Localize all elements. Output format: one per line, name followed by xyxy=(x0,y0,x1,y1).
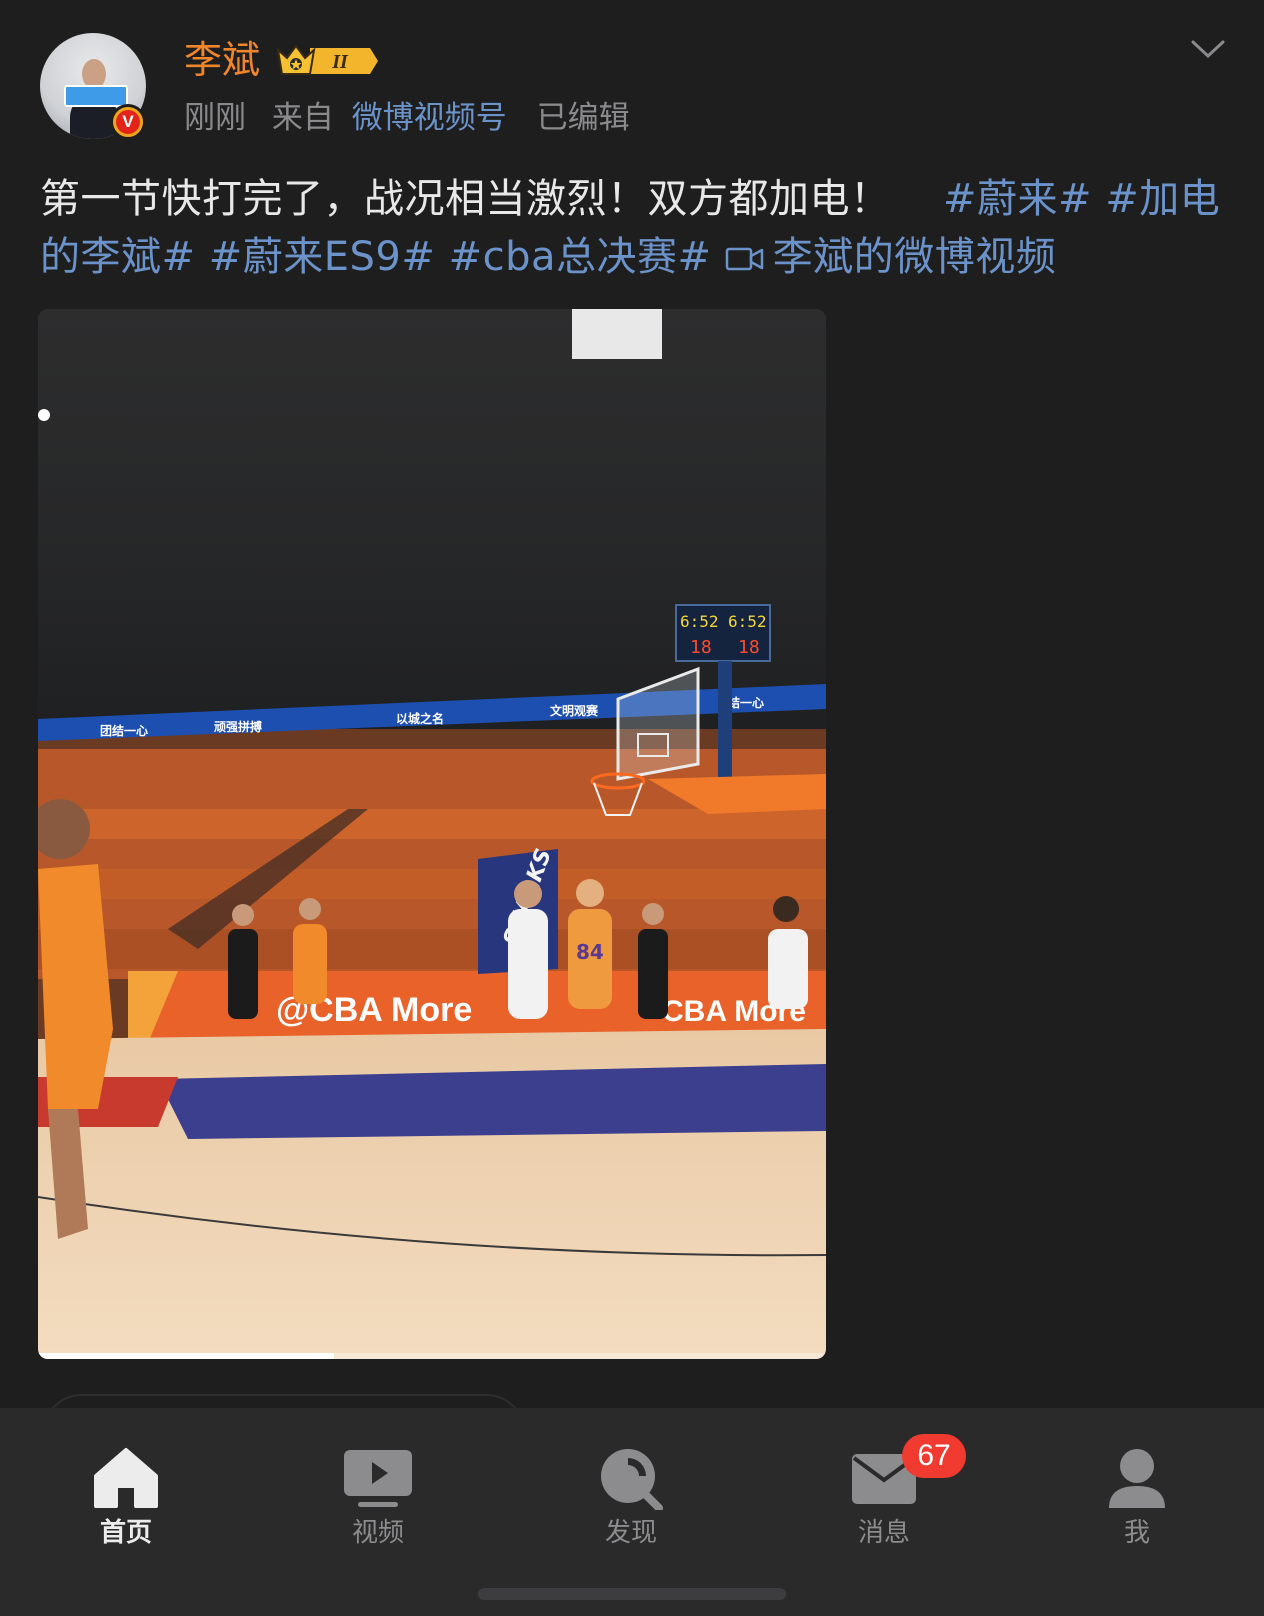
tab-home[interactable]: 首页 xyxy=(56,1438,196,1548)
arena-light xyxy=(38,409,50,421)
banner-text: 文明观赛 xyxy=(550,703,599,718)
shot-clock-text: 6:52 xyxy=(680,612,719,631)
hashtag-link[interactable]: #蔚来ES9# xyxy=(209,234,436,280)
banner-text: 以城之名 xyxy=(396,711,444,726)
tab-profile[interactable]: 我 xyxy=(1067,1438,1207,1548)
scoreboard: 6:52 6:52 18 18 xyxy=(675,604,771,662)
author-name[interactable]: 李斌 xyxy=(184,36,260,84)
verified-icon: V xyxy=(110,104,146,140)
jersey-number: 84 xyxy=(576,940,604,964)
tab-discover[interactable]: 发现 xyxy=(561,1438,701,1548)
banner-text: 顽强拼搏 xyxy=(214,719,262,734)
post-body-text: 第一节快打完了，战况相当激烈！双方都加电！ xyxy=(40,176,891,222)
tab-label: 发现 xyxy=(604,1518,657,1548)
tab-label: 首页 xyxy=(99,1518,152,1548)
post-content: 第一节快打完了，战况相当激烈！双方都加电！ #蔚来# #加电的李斌# #蔚来ES… xyxy=(40,170,1230,286)
shot-clock-text: 18 xyxy=(690,637,712,658)
post-time: 刚刚 xyxy=(184,100,246,136)
shot-clock-text: 6:52 xyxy=(728,612,767,631)
video-play-icon xyxy=(344,1450,412,1507)
banner-text: 团结一心 xyxy=(100,723,148,738)
post-from-prefix: 来自 xyxy=(271,100,334,136)
post-header: V 李斌 II 刚刚 来自 微博视频号 已编辑 xyxy=(0,0,1264,150)
member-crown-badge-icon[interactable]: II xyxy=(274,40,380,82)
post-edited-label[interactable]: 已编辑 xyxy=(537,100,630,136)
video-progress-fill xyxy=(38,1353,334,1359)
banner-text: 结一心 xyxy=(728,695,764,710)
post-source-link[interactable]: 微博视频号 xyxy=(352,100,507,136)
discover-icon xyxy=(601,1449,663,1510)
court xyxy=(38,1029,826,1359)
hashtag-link[interactable]: #cba总决赛# xyxy=(449,234,712,280)
level-badge-text: II xyxy=(331,51,349,73)
tab-label: 消息 xyxy=(857,1518,910,1548)
bottom-tab-bar: 首页 视频 发现 67 消息 我 xyxy=(0,1408,1264,1616)
unread-count-badge: 67 xyxy=(902,1434,966,1478)
tab-messages[interactable]: 67 消息 xyxy=(814,1434,966,1548)
post-meta: 刚刚 来自 微博视频号 已编辑 xyxy=(184,96,646,140)
avatar-sign xyxy=(64,85,128,107)
home-indicator[interactable] xyxy=(478,1588,786,1600)
tab-video[interactable]: 视频 xyxy=(308,1438,448,1548)
video-camera-icon xyxy=(725,247,764,271)
video-frame: 团结一心 顽强拼搏 以城之名 文明观赛 结一心 6:52 6:52 18 18 … xyxy=(38,309,826,1359)
video-progress-track[interactable] xyxy=(38,1353,826,1359)
profile-icon xyxy=(1109,1449,1165,1508)
video-link[interactable]: 李斌的微博视频 xyxy=(773,234,1057,280)
video-player[interactable]: 团结一心 顽强拼搏 以城之名 文明观赛 结一心 6:52 6:52 18 18 … xyxy=(38,309,826,1359)
hashtag-link[interactable]: #蔚来# xyxy=(943,176,1092,222)
ceiling-banner xyxy=(572,309,662,359)
shot-clock-text: 18 xyxy=(738,637,760,658)
chevron-down-icon[interactable] xyxy=(1190,36,1226,64)
tab-label: 我 xyxy=(1123,1518,1150,1548)
home-icon xyxy=(94,1448,158,1508)
tab-label: 视频 xyxy=(351,1518,404,1548)
